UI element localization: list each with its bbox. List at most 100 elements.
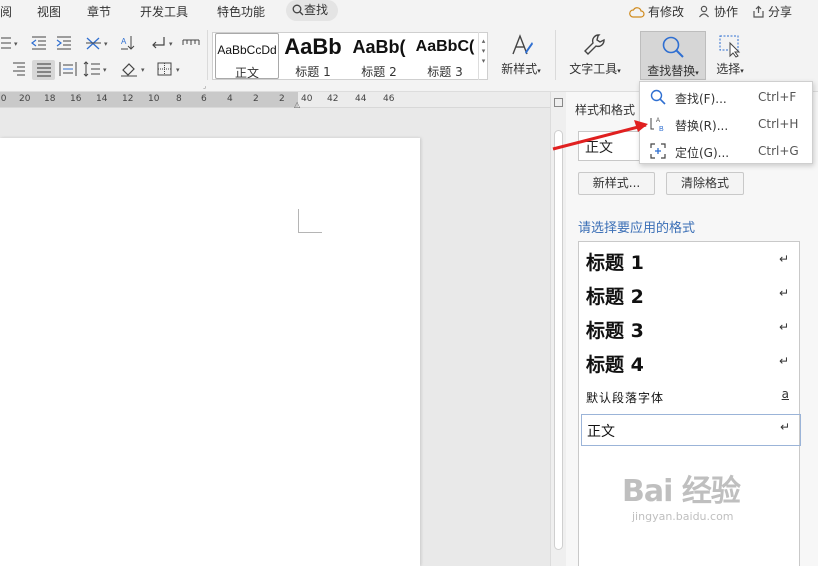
paragraph-mark-icon: ↵ — [778, 320, 789, 334]
style-preview-heading2: AaBb( — [352, 37, 406, 57]
chevron-down-icon[interactable]: ▾ — [141, 66, 145, 74]
ruler-tick: 14 — [96, 94, 108, 104]
list-item[interactable]: 标题 1 ↵ — [579, 248, 799, 276]
select-button[interactable]: 选择▾ — [710, 30, 750, 77]
ruler-tick: 46 — [383, 94, 395, 104]
align-justify-icon[interactable] — [32, 60, 55, 80]
styles-gallery: AaBbCcDd 正文 AaBb 标题 1 AaBb( 标题 2 AaBbC( … — [212, 32, 488, 80]
sort-icon[interactable]: A — [119, 34, 139, 52]
brush-a-icon — [512, 34, 533, 55]
chevron-down-icon[interactable]: ▾ — [176, 66, 180, 74]
list-item[interactable]: 标题 2 ↵ — [579, 282, 799, 310]
menu-item-shortcut: Ctrl+H — [758, 117, 799, 131]
scrollbar-thumb[interactable] — [554, 130, 563, 550]
horizontal-ruler[interactable]: 20 20 18 16 14 12 10 8 6 4 2 2 40 42 44 … — [0, 92, 550, 109]
decrease-indent-icon[interactable] — [29, 34, 49, 52]
chevron-down-icon[interactable]: ▾ — [169, 40, 173, 48]
split-view-icon[interactable] — [554, 98, 563, 107]
person-icon — [699, 5, 709, 18]
style-tile-heading3[interactable]: AaBbC( 标题 3 — [413, 33, 477, 79]
style-name: 标题 2 — [586, 286, 644, 308]
watermark-title: Bai 经验 — [622, 474, 741, 509]
select-cursor-icon — [719, 35, 741, 58]
new-style-pane-button[interactable]: 新样式... — [578, 172, 655, 195]
cloud-icon — [629, 7, 645, 18]
list-item[interactable]: 默认段落字体 a — [579, 387, 799, 411]
ruler-tick: 42 — [327, 94, 339, 104]
distributed-align-icon[interactable] — [58, 60, 78, 78]
ruler-tick: 4 — [227, 94, 233, 104]
list-item-selected[interactable]: 正文 ↵ — [581, 414, 801, 446]
modified-status-button[interactable]: 有修改 — [629, 3, 684, 20]
document-page[interactable] — [0, 138, 420, 566]
line-spacing-icon[interactable] — [82, 60, 102, 78]
style-label-heading3: 标题 3 — [427, 65, 463, 79]
menu-item-find[interactable]: 查找(F)... Ctrl+F — [640, 84, 812, 111]
ruler-tick: 12 — [122, 94, 134, 104]
paragraph-mark-icon: ↵ — [778, 354, 789, 368]
chinese-layout-icon[interactable] — [84, 34, 104, 52]
search-icon — [650, 89, 666, 105]
borders-icon[interactable] — [155, 60, 175, 78]
share-button[interactable]: 分享 — [752, 3, 792, 20]
ruler-tick: 20 — [0, 94, 7, 104]
align-right-icon[interactable] — [8, 60, 28, 78]
menu-special-features[interactable]: 特色功能 — [217, 3, 265, 20]
style-name: 标题 4 — [586, 354, 644, 376]
style-label-heading1: 标题 1 — [295, 65, 331, 79]
ruler-tick: 18 — [44, 94, 56, 104]
style-preview-heading3: AaBbC( — [415, 38, 475, 55]
styles-gallery-scroll[interactable]: ▴ ▾ ▾ — [478, 32, 488, 80]
style-name: 默认段落字体 — [586, 391, 665, 405]
ruler-tick: 10 — [148, 94, 160, 104]
menu-developer-tools[interactable]: 开发工具 — [140, 3, 188, 20]
find-replace-dropdown: 查找(F)... Ctrl+F AB 替换(R)... Ctrl+H 定位(G)… — [639, 81, 813, 164]
svg-text:A: A — [121, 37, 127, 46]
menu-view[interactable]: 视图 — [37, 3, 61, 20]
list-item[interactable]: 标题 3 ↵ — [579, 316, 799, 344]
style-tile-heading1[interactable]: AaBb 标题 1 — [281, 33, 345, 79]
ruler-tick: 20 — [19, 94, 31, 104]
menu-bar: 阅 视图 章节 开发工具 特色功能 查找 有修改 协作 分享 — [0, 0, 818, 22]
search-icon — [292, 4, 304, 16]
pane-section-label: 请选择要应用的格式 — [578, 221, 696, 236]
new-style-button[interactable]: 新样式▾ — [496, 30, 546, 77]
chevron-down-icon[interactable]: ▾ — [104, 40, 108, 48]
find-replace-button[interactable]: 查找替换▾ — [640, 31, 706, 80]
ruler-tick: 40 — [301, 94, 313, 104]
paragraph-marks-icon[interactable] — [149, 34, 169, 52]
style-name: 标题 1 — [586, 252, 644, 274]
increase-indent-icon[interactable] — [54, 34, 74, 52]
text-tools-button[interactable]: 文字工具▾ — [562, 30, 628, 77]
table-tools-icon[interactable] — [181, 34, 201, 52]
text-tools-label: 文字工具 — [569, 62, 618, 76]
wrench-icon — [584, 34, 605, 55]
style-name: 正文 — [587, 424, 615, 440]
menu-review[interactable]: 阅 — [0, 3, 12, 20]
chevron-down-icon[interactable]: ▾ — [103, 66, 107, 74]
ruler-tick: 16 — [70, 94, 82, 104]
paragraph-dialog-launcher-icon[interactable]: ⌟ — [203, 82, 206, 90]
list-item[interactable]: 标题 4 ↵ — [579, 350, 799, 378]
style-tile-heading2[interactable]: AaBb( 标题 2 — [347, 33, 411, 79]
menu-search-button[interactable]: 查找 — [286, 0, 338, 21]
menu-item-goto[interactable]: 定位(G)... Ctrl+G — [640, 138, 812, 165]
style-name: 标题 3 — [586, 320, 644, 342]
menu-chapter[interactable]: 章节 — [87, 3, 111, 20]
collaborate-label: 协作 — [714, 5, 739, 19]
style-preview-normal: AaBbCcDd — [217, 43, 277, 57]
collaborate-button[interactable]: 协作 — [698, 3, 738, 20]
shading-icon[interactable] — [119, 60, 139, 78]
ruler-tick: 2 — [253, 94, 259, 104]
menu-item-replace[interactable]: AB 替换(R)... Ctrl+H — [640, 111, 812, 138]
menu-item-label: 定位(G)... — [675, 146, 730, 160]
style-preview-heading1: AaBb — [284, 34, 342, 59]
vertical-scrollbar[interactable] — [550, 92, 566, 566]
chevron-down-icon[interactable]: ▾ — [14, 40, 18, 48]
select-label: 选择 — [716, 62, 741, 76]
style-tile-normal[interactable]: AaBbCcDd 正文 — [215, 33, 279, 79]
share-icon — [753, 5, 764, 18]
style-label-normal: 正文 — [234, 66, 259, 79]
clear-format-button[interactable]: 清除格式 — [666, 172, 744, 195]
ruler-tick: 44 — [355, 94, 367, 104]
